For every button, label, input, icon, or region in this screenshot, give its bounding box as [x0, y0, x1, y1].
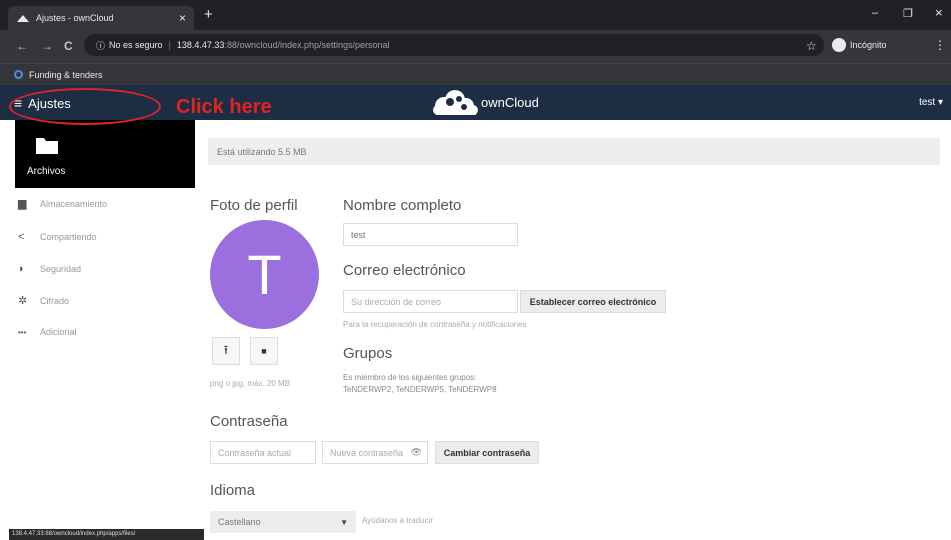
- eye-icon[interactable]: 👁: [411, 447, 422, 458]
- new-password-placeholder: Nueva contraseña: [330, 447, 404, 458]
- email-placeholder: Su dirección de correo: [351, 296, 442, 307]
- bookmarks-bar: Funding & tenders: [0, 63, 951, 85]
- tab-close-icon[interactable]: ×: [179, 11, 186, 25]
- current-password-placeholder: Contraseña actual: [218, 447, 292, 458]
- url-separator: |: [168, 40, 171, 50]
- current-password-field[interactable]: Contraseña actual: [210, 441, 316, 464]
- browser-tab-bar: Ajustes - ownCloud × + – ❐ ×: [0, 0, 951, 30]
- profile-picture-heading: Foto de perfil: [210, 197, 298, 214]
- avatar-letter: T: [247, 243, 282, 306]
- change-password-button[interactable]: Cambiar contraseña: [435, 441, 539, 464]
- avatar-hint: png o jpg, máx. 20 MB: [210, 379, 291, 388]
- new-password-field[interactable]: Nueva contraseña 👁: [322, 441, 428, 464]
- fullname-value: test: [351, 229, 366, 240]
- browser-tab[interactable]: Ajustes - ownCloud ×: [8, 6, 194, 30]
- upload-icon: ⭱: [223, 342, 229, 357]
- email-field[interactable]: Su dirección de correo: [343, 290, 518, 313]
- browser-toolbar: ← → C ⓘ No es seguro | 138.4.47.33 :88/o…: [0, 30, 951, 63]
- url-path: :88/owncloud/index.php/settings/personal: [224, 40, 390, 50]
- owncloud-logo-icon: [433, 90, 478, 115]
- sidebar-item-seguridad[interactable]: ◗ Seguridad: [18, 263, 81, 275]
- owncloud-brand: ownCloud: [481, 95, 539, 110]
- app-item-label: Archivos: [27, 166, 66, 177]
- language-heading: Idioma: [210, 482, 256, 499]
- chevron-down-icon: ▼: [340, 517, 348, 527]
- language-select[interactable]: Castellano ▼: [210, 511, 356, 533]
- owncloud-favicon-icon: [17, 15, 29, 22]
- sidebar-item-adicional[interactable]: ••• Adicional: [18, 327, 77, 337]
- security-label: No es seguro: [109, 40, 163, 50]
- bookmark-funding-tenders[interactable]: Funding & tenders: [29, 70, 103, 80]
- password-heading: Contraseña: [210, 413, 288, 430]
- user-menu[interactable]: test ▾: [919, 97, 943, 108]
- groups-info: Es miembro de los siguientes grupos: TeN…: [343, 372, 497, 396]
- avatar: T: [210, 220, 319, 329]
- url-host: 138.4.47.33: [176, 40, 225, 50]
- email-hint: Para la recuperación de contraseña y not…: [343, 320, 527, 329]
- close-window-button[interactable]: ×: [935, 5, 943, 20]
- set-email-button[interactable]: Establecer correo electrónico: [520, 290, 666, 313]
- folder-icon: ▆: [18, 198, 27, 210]
- incognito-icon: [832, 38, 846, 52]
- sidebar-item-cifrado[interactable]: ✲ Cifrado: [18, 294, 69, 307]
- sidebar-item-label: Cifrado: [40, 295, 70, 306]
- incognito-label: Incógnito: [850, 40, 887, 50]
- new-tab-button[interactable]: +: [204, 6, 213, 23]
- sidebar-item-label: Seguridad: [40, 264, 82, 274]
- sidebar-item-almacenamiento[interactable]: ▆ Almacenamiento: [18, 197, 107, 210]
- email-heading: Correo electrónico: [343, 262, 466, 279]
- info-icon[interactable]: ⓘ: [96, 39, 105, 52]
- sidebar-item-label: Almacenamiento: [40, 198, 108, 209]
- groups-heading: Grupos: [343, 345, 393, 362]
- maximize-button[interactable]: ❐: [903, 7, 913, 20]
- sidebar-item-label: Compartiendo: [40, 232, 97, 242]
- translate-link[interactable]: Ayúdanos a traducir: [362, 516, 433, 525]
- language-value: Castellano: [218, 517, 261, 527]
- shield-icon: ◗: [18, 263, 25, 275]
- bookmark-favicon-icon: [14, 70, 23, 79]
- quota-bar: Está utilizando 5.5 MB: [208, 138, 940, 165]
- gear-icon: ✲: [18, 295, 28, 307]
- tab-title: Ajustes - ownCloud: [36, 13, 114, 23]
- fullname-field[interactable]: test: [343, 223, 518, 246]
- annotation-click-here: Click here: [176, 96, 272, 118]
- groups-list: TeNDERWP2, TeNDERWP5, TeNDERWP8: [343, 385, 497, 394]
- forward-button[interactable]: →: [41, 39, 53, 53]
- reload-button[interactable]: C: [64, 39, 73, 53]
- folder-icon: [36, 138, 58, 154]
- annotation-ellipse: [9, 88, 161, 125]
- apps-dropdown: Archivos: [15, 120, 195, 188]
- choose-avatar-from-files-button[interactable]: ■: [250, 337, 278, 365]
- back-button[interactable]: ←: [16, 39, 28, 53]
- share-icon: <: [18, 231, 25, 243]
- folder-icon: ■: [261, 346, 267, 356]
- bookmark-star-icon[interactable]: ☆: [806, 39, 817, 53]
- incognito-indicator[interactable]: Incógnito: [832, 38, 887, 52]
- sidebar-item-compartiendo[interactable]: < Compartiendo: [18, 231, 97, 243]
- quota-text: Está utilizando 5.5 MB: [217, 146, 307, 157]
- minimize-button[interactable]: –: [872, 7, 878, 19]
- link-status-bubble: 138.4.47.33:88/owncloud/index.php/apps/f…: [9, 529, 204, 540]
- browser-menu-icon[interactable]: ⋮: [934, 38, 946, 52]
- fullname-heading: Nombre completo: [343, 197, 462, 214]
- upload-avatar-button[interactable]: ⭱: [212, 337, 240, 365]
- groups-intro: Es miembro de los siguientes grupos:: [343, 373, 477, 382]
- url-bar[interactable]: ⓘ No es seguro | 138.4.47.33 :88/ownclou…: [84, 34, 824, 56]
- sidebar-item-label: Adicional: [40, 327, 77, 337]
- more-icon: •••: [18, 327, 27, 337]
